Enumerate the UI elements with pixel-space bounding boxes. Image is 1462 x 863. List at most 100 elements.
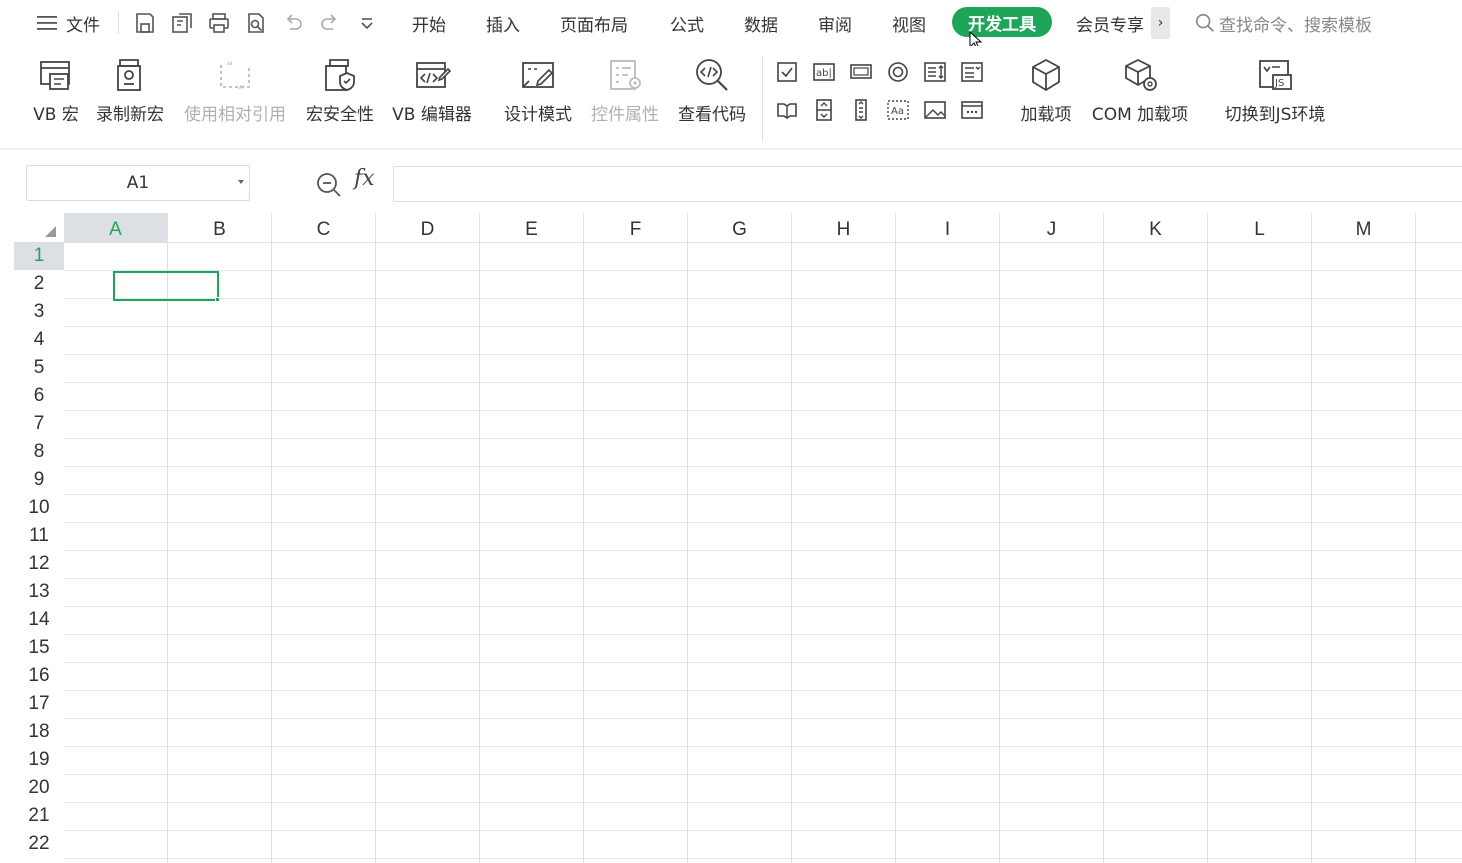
command-search[interactable]: 查找命令、搜索模板 xyxy=(1194,8,1372,38)
macro-icon xyxy=(40,61,70,90)
row-header-16[interactable]: 16 xyxy=(14,662,64,690)
relative-reference-button[interactable]: “„ 使用相对引用 xyxy=(181,54,289,138)
vb-macro-button[interactable]: VB 宏 xyxy=(28,54,84,138)
column-header-i[interactable]: I xyxy=(896,213,1000,242)
active-cell[interactable] xyxy=(113,271,219,301)
row-header-2[interactable]: 2 xyxy=(14,270,64,298)
row-header-1[interactable]: 1 xyxy=(14,242,64,270)
control-properties-button[interactable]: 控件属性 xyxy=(589,54,661,138)
save-icon[interactable] xyxy=(130,8,160,38)
listbox-icon[interactable] xyxy=(921,58,949,86)
row-header-17[interactable]: 17 xyxy=(14,690,64,718)
name-box[interactable]: A1 xyxy=(26,165,250,201)
column-header-b[interactable]: B xyxy=(168,213,272,242)
column-header-h[interactable]: H xyxy=(792,213,896,242)
column-header-k[interactable]: K xyxy=(1104,213,1208,242)
formula-input[interactable] xyxy=(393,166,1462,202)
row-header-13[interactable]: 13 xyxy=(14,578,64,606)
image-icon[interactable] xyxy=(921,96,949,124)
vb-editor-button[interactable]: VB 编辑器 xyxy=(390,54,474,138)
addins-button[interactable]: 加载项 xyxy=(1016,54,1076,138)
com-addins-button[interactable]: COM 加载项 xyxy=(1086,54,1194,138)
file-menu[interactable]: 文件 xyxy=(36,0,100,46)
row-header-12[interactable]: 12 xyxy=(14,550,64,578)
svg-text:“: “ xyxy=(226,60,233,76)
tab-member[interactable]: 会员专享 xyxy=(1076,0,1144,46)
column-header-c[interactable]: C xyxy=(272,213,376,242)
label-icon[interactable]: Aa xyxy=(884,96,912,124)
dropdown-arrow-icon[interactable] xyxy=(238,180,244,184)
row-header-11[interactable]: 11 xyxy=(14,522,64,550)
design-mode-button[interactable]: 设计模式 xyxy=(502,54,574,138)
column-header-l[interactable]: L xyxy=(1208,213,1312,242)
row-header-21[interactable]: 21 xyxy=(14,802,64,830)
tab-home[interactable]: 开始 xyxy=(412,0,446,46)
column-header-j[interactable]: J xyxy=(1000,213,1104,242)
row-header-9[interactable]: 9 xyxy=(14,466,64,494)
column-header-g[interactable]: G xyxy=(688,213,792,242)
row-header-4[interactable]: 4 xyxy=(14,326,64,354)
tab-review[interactable]: 审阅 xyxy=(818,0,852,46)
vb-editor-icon xyxy=(416,62,452,88)
hamburger-icon xyxy=(37,16,57,30)
tab-view[interactable]: 视图 xyxy=(892,0,926,46)
name-box-value: A1 xyxy=(126,173,150,193)
row-header-6[interactable]: 6 xyxy=(14,382,64,410)
row-header-3[interactable]: 3 xyxy=(14,298,64,326)
row-header-19[interactable]: 19 xyxy=(14,746,64,774)
export-pdf-icon[interactable] xyxy=(167,8,197,38)
tab-developer[interactable]: 开发工具 xyxy=(952,7,1052,37)
record-macro-button[interactable]: 录制新宏 xyxy=(94,54,166,138)
tab-insert[interactable]: 插入 xyxy=(486,0,520,46)
undo-icon[interactable] xyxy=(278,8,308,38)
tab-page-layout-label: 页面布局 xyxy=(560,15,628,36)
checkbox-icon[interactable] xyxy=(773,58,801,86)
column-header-e[interactable]: E xyxy=(480,213,584,242)
tab-page-layout[interactable]: 页面布局 xyxy=(560,0,628,46)
row-header-5[interactable]: 5 xyxy=(14,354,64,382)
print-icon[interactable] xyxy=(204,8,234,38)
svg-text:JS: JS xyxy=(1274,78,1284,89)
row-header-7[interactable]: 7 xyxy=(14,410,64,438)
relative-reference-icon: “„ xyxy=(220,60,250,91)
cell-area[interactable] xyxy=(64,242,1462,863)
macro-security-button[interactable]: 宏安全性 xyxy=(304,54,376,138)
row-header-22[interactable]: 22 xyxy=(14,830,64,858)
print-preview-icon[interactable] xyxy=(241,8,271,38)
insert-function-icon[interactable]: fx xyxy=(354,166,375,191)
column-headers: ABCDEFGHIJKLM xyxy=(64,213,1462,242)
tab-data[interactable]: 数据 xyxy=(744,0,778,46)
design-mode-label: 设计模式 xyxy=(504,105,572,125)
column-header-m[interactable]: M xyxy=(1312,213,1416,242)
row-header-20[interactable]: 20 xyxy=(14,774,64,802)
menu-bar: 文件 开始 插入 页面布局 公式 数据 审阅 视图 开发工具 会员专享 › 查找… xyxy=(0,0,1462,50)
toggle-button-icon[interactable] xyxy=(773,96,801,124)
option-button-icon[interactable] xyxy=(884,58,912,86)
redo-icon[interactable] xyxy=(315,8,345,38)
row-header-15[interactable]: 15 xyxy=(14,634,64,662)
row-header-18[interactable]: 18 xyxy=(14,718,64,746)
row-header-8[interactable]: 8 xyxy=(14,438,64,466)
combobox-icon[interactable] xyxy=(958,58,986,86)
customize-toolbar-icon[interactable] xyxy=(352,8,382,38)
column-header-f[interactable]: F xyxy=(584,213,688,242)
select-all-button[interactable] xyxy=(14,213,64,242)
row-header-14[interactable]: 14 xyxy=(14,606,64,634)
more-tabs-button[interactable]: › xyxy=(1151,7,1170,39)
switch-js-button[interactable]: JS 切换到JS环境 xyxy=(1220,54,1330,138)
tab-formulas[interactable]: 公式 xyxy=(670,0,704,46)
column-header-a[interactable]: A xyxy=(64,213,168,242)
more-controls-icon[interactable] xyxy=(958,96,986,124)
command-button-icon[interactable] xyxy=(847,58,875,86)
spreadsheet-grid: ABCDEFGHIJKLM 1 2 3 4 5 6 7 8 9 10 11 12 13 14 15 16 17 1… xyxy=(14,213,1462,863)
fill-handle[interactable] xyxy=(215,297,220,302)
column-header-d[interactable]: D xyxy=(376,213,480,242)
view-code-button[interactable]: 查看代码 xyxy=(676,54,748,138)
zoom-out-icon[interactable] xyxy=(315,171,343,199)
scrollbar-icon[interactable] xyxy=(847,96,875,124)
textbox-icon[interactable]: ab| xyxy=(810,58,838,86)
switch-js-label: 切换到JS环境 xyxy=(1224,105,1326,125)
row-header-10[interactable]: 10 xyxy=(14,494,64,522)
spin-button-icon[interactable] xyxy=(810,96,838,124)
file-menu-label: 文件 xyxy=(66,15,100,36)
